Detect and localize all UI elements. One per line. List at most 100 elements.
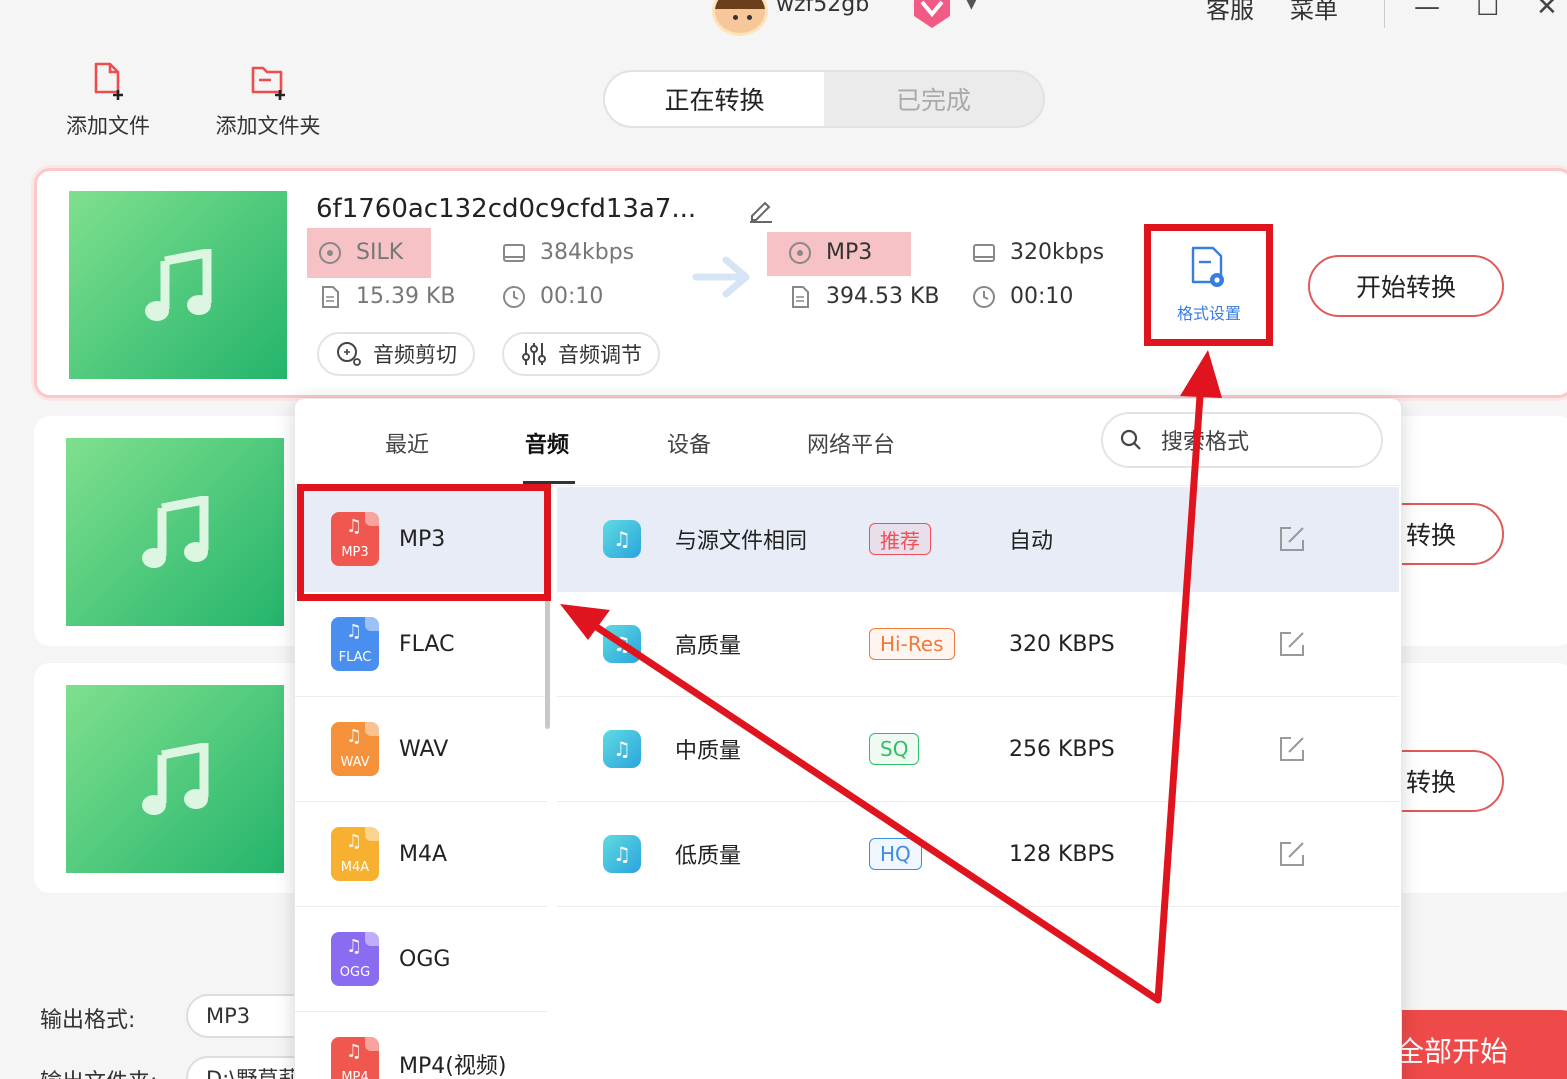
target-format: MP3 <box>788 240 872 265</box>
file-icon <box>322 285 339 308</box>
audio-file-icon: ♫ M4A <box>331 827 379 881</box>
vip-badge-icon[interactable] <box>908 0 956 30</box>
edit-icon[interactable] <box>1277 629 1307 659</box>
music-note-icon: ♫ <box>603 625 641 663</box>
format-ext-label: M4A <box>340 860 370 875</box>
format-name: FLAC <box>399 631 455 657</box>
target-duration: 00:10 <box>972 284 1073 309</box>
music-note-icon: ♫ <box>603 835 641 873</box>
output-format-label: 输出格式: <box>40 1008 136 1033</box>
disc-icon <box>789 241 811 264</box>
target-size: 394.53 KB <box>788 284 940 309</box>
edit-icon[interactable] <box>1277 524 1307 554</box>
source-bitrate: 384kbps <box>502 240 634 265</box>
quality-list: ♫ 与源文件相同 推荐 自动 ♫ 高质量 Hi-Res 320 KBPS ♫ 中质量 SQ 256 K… <box>557 487 1399 907</box>
format-name: M4A <box>399 841 448 867</box>
audio-file-icon: ♫ WAV <box>331 722 379 776</box>
music-note-icon <box>142 743 209 815</box>
arrow-right-icon <box>692 256 750 298</box>
rename-pencil-icon[interactable] <box>746 196 774 224</box>
tab-completed[interactable]: 已完成 <box>824 72 1043 126</box>
close-button[interactable]: ✕ <box>1536 0 1558 22</box>
quality-name: 低质量 <box>675 844 742 869</box>
quality-badge: 推荐 <box>869 523 931 555</box>
edit-icon[interactable] <box>1277 734 1307 764</box>
format-item[interactable]: ♫ FLAC FLAC <box>295 592 547 697</box>
output-folder-label: 输出文件夹: <box>40 1064 157 1079</box>
frame-icon <box>973 243 995 262</box>
file-icon <box>792 285 809 308</box>
minimize-button[interactable]: — <box>1414 0 1440 22</box>
add-folder-button[interactable]: 添加文件夹 <box>210 60 326 140</box>
title-bar: wzf52gb ▼ 客服 菜单 — ☐ ✕ <box>0 0 1567 40</box>
clock-icon <box>973 285 995 308</box>
format-item[interactable]: ♫ M4A M4A <box>295 802 547 907</box>
format-name: MP4(视频) <box>399 1054 507 1079</box>
audio-cut-button[interactable]: 音频剪切 <box>317 332 475 376</box>
edit-icon[interactable] <box>1277 839 1307 869</box>
conversion-tabs: 正在转换 已完成 <box>603 70 1045 128</box>
tab-converting[interactable]: 正在转换 <box>605 72 824 126</box>
format-name: WAV <box>399 736 449 762</box>
format-name: OGG <box>399 946 451 972</box>
annotation-box <box>297 484 551 601</box>
quality-bitrate: 128 KBPS <box>1009 841 1115 867</box>
annotation-box <box>1144 224 1273 346</box>
quality-badge: HQ <box>869 838 922 870</box>
file-name: 6f1760ac132cd0c9cfd13a7... <box>316 194 697 224</box>
format-ext-label: FLAC <box>338 650 372 665</box>
file-thumbnail <box>66 685 284 873</box>
quality-bitrate: 256 KBPS <box>1009 736 1115 762</box>
quality-item[interactable]: ♫ 高质量 Hi-Res 320 KBPS <box>557 592 1399 697</box>
music-note-icon: ♫ <box>603 520 641 558</box>
format-ext-label: MP4 <box>341 1070 369 1079</box>
file-thumbnail <box>66 438 284 626</box>
quality-bitrate: 自动 <box>1009 529 1054 554</box>
menu-link[interactable]: 菜单 <box>1290 0 1338 25</box>
maximize-button[interactable]: ☐ <box>1476 0 1499 22</box>
target-bitrate: 320kbps <box>972 240 1104 265</box>
tab-recent[interactable]: 最近 <box>385 427 429 459</box>
source-duration: 00:10 <box>502 284 603 309</box>
audio-file-icon: ♫ MP4 <box>331 1037 379 1079</box>
quality-badge: Hi-Res <box>869 628 955 660</box>
quality-bitrate: 320 KBPS <box>1009 631 1115 657</box>
clock-icon <box>503 285 525 308</box>
user-avatar[interactable] <box>712 0 768 36</box>
tab-web-platform[interactable]: 网络平台 <box>807 427 895 459</box>
source-size: 15.39 KB <box>318 284 456 309</box>
sliders-icon <box>522 343 546 365</box>
quality-name: 与源文件相同 <box>675 529 808 554</box>
disc-icon <box>319 241 341 264</box>
audio-file-icon: ♫ OGG <box>331 932 379 986</box>
add-file-icon <box>94 62 123 100</box>
search-icon <box>1120 429 1141 450</box>
username[interactable]: wzf52gb <box>776 0 869 17</box>
quality-item[interactable]: ♫ 中质量 SQ 256 KBPS <box>557 697 1399 802</box>
start-convert-button[interactable]: 开始转换 <box>1308 255 1504 317</box>
format-search-input[interactable]: 搜索格式 <box>1101 412 1383 468</box>
add-file-label: 添加文件 <box>66 114 150 138</box>
tab-device[interactable]: 设备 <box>667 427 711 459</box>
quality-name: 高质量 <box>675 634 742 659</box>
quality-badge: SQ <box>869 733 920 765</box>
music-note-icon <box>142 496 209 568</box>
audio-file-icon: ♫ FLAC <box>331 617 379 671</box>
quality-item[interactable]: ♫ 低质量 HQ 128 KBPS <box>557 802 1399 907</box>
scissors-disc-icon <box>337 342 361 366</box>
format-ext-label: WAV <box>340 755 370 770</box>
search-placeholder: 搜索格式 <box>1161 430 1250 455</box>
add-folder-icon <box>251 66 285 100</box>
format-item[interactable]: ♫ OGG OGG <box>295 907 547 1012</box>
frame-icon <box>503 243 525 262</box>
tab-audio[interactable]: 音频 <box>525 427 569 459</box>
quality-item[interactable]: ♫ 与源文件相同 推荐 自动 <box>557 487 1399 592</box>
quality-name: 中质量 <box>675 739 742 764</box>
format-item[interactable]: ♫ WAV WAV <box>295 697 547 802</box>
customer-service-link[interactable]: 客服 <box>1206 0 1254 25</box>
chevron-down-icon[interactable]: ▼ <box>966 0 977 12</box>
format-item[interactable]: ♫ MP4 MP4(视频) <box>295 1012 547 1079</box>
audio-adjust-button[interactable]: 音频调节 <box>502 332 660 376</box>
source-format: SILK <box>318 240 403 265</box>
add-file-button[interactable]: 添加文件 <box>62 60 154 140</box>
